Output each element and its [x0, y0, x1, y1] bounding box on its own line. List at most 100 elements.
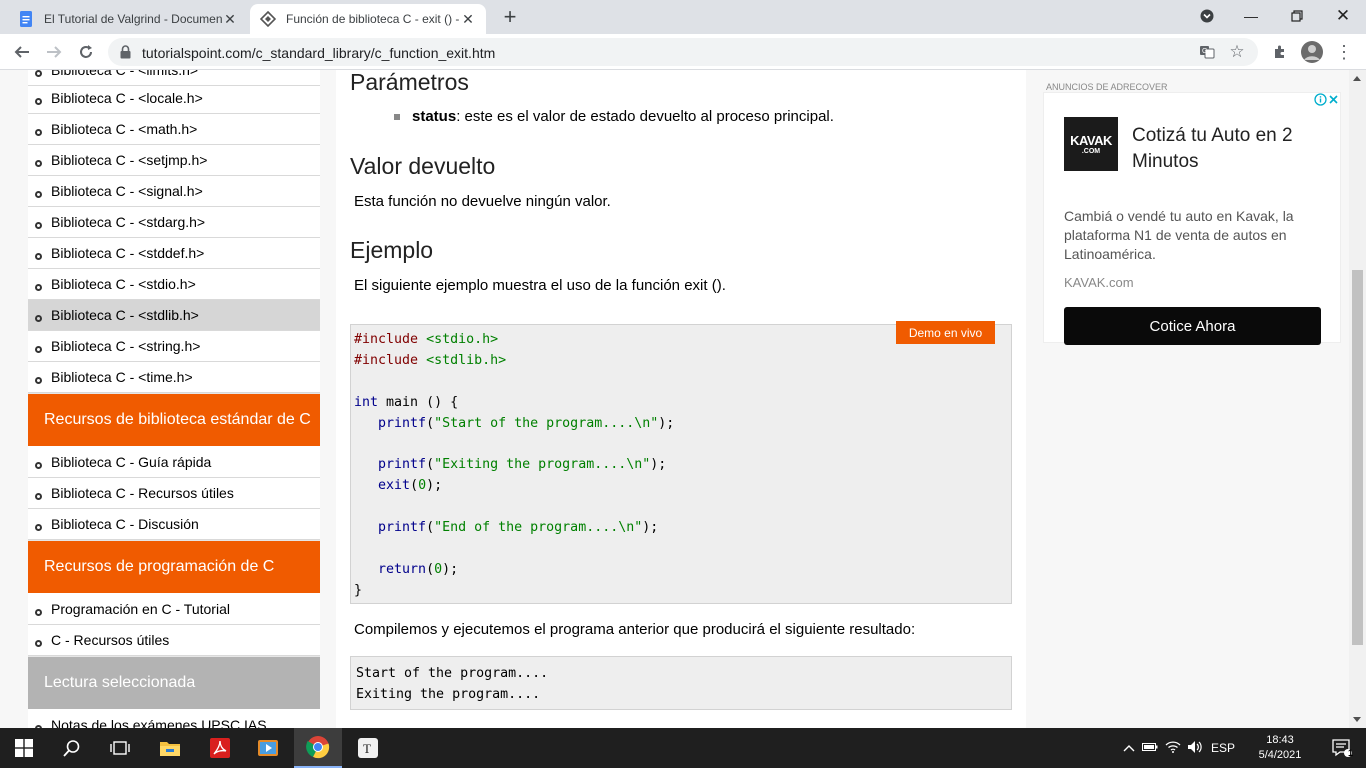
page-viewport: Biblioteca C - <limits.h> Biblioteca C -…	[0, 70, 1366, 728]
return-text: Esta función no devuelve ningún valor.	[354, 193, 611, 210]
sidebar-item-stdarg[interactable]: Biblioteca C - <stdarg.h>	[28, 207, 320, 238]
main-content: Parámetros status : este es el valor de …	[336, 70, 1026, 728]
page-scrollbar[interactable]	[1349, 70, 1366, 728]
sidebar-item-time[interactable]: Biblioteca C - <time.h>	[28, 362, 320, 393]
extensions-icon[interactable]	[1268, 40, 1292, 64]
ad-label: ANUNCIOS DE ADRECOVER	[1046, 82, 1168, 92]
profile-menu-icon[interactable]	[1184, 0, 1230, 32]
avatar[interactable]	[1300, 40, 1324, 64]
section-heading-programming: Recursos de programación de C	[28, 540, 320, 593]
section-heading-reading: Lectura seleccionada	[28, 656, 320, 709]
tab-valgrind[interactable]: El Tutorial de Valgrind - Documen ✕	[8, 4, 248, 34]
ad-cta-button[interactable]: Cotice Ahora	[1064, 307, 1321, 345]
tab-close-icon[interactable]: ✕	[460, 11, 476, 27]
windows-start-icon[interactable]	[0, 728, 48, 768]
forward-icon[interactable]	[42, 40, 66, 64]
param-list-item: status : este es el valor de estado devu…	[394, 108, 834, 125]
sidebar-item-stdlib[interactable]: Biblioteca C - <stdlib.h>	[28, 300, 320, 331]
address-bar[interactable]: tutorialspoint.com/c_standard_library/c_…	[108, 38, 1258, 66]
translate-icon[interactable]: G	[1198, 43, 1216, 61]
sidebar-item-string[interactable]: Biblioteca C - <string.h>	[28, 331, 320, 362]
sidebar-item-stddef[interactable]: Biblioteca C - <stddef.h>	[28, 238, 320, 269]
sidebar-item-stdio[interactable]: Biblioteca C - <stdio.h>	[28, 269, 320, 300]
scroll-up-icon[interactable]	[1353, 76, 1361, 81]
taskbar: T ESP 18:43 5/4/2021 1	[0, 728, 1366, 768]
sidebar-item-math[interactable]: Biblioteca C - <math.h>	[28, 114, 320, 145]
search-icon[interactable]	[48, 728, 96, 768]
bullet-icon	[35, 377, 42, 384]
tab-title: Función de biblioteca C - exit () -	[286, 12, 460, 26]
back-icon[interactable]	[10, 40, 34, 64]
sidebar: Biblioteca C - <limits.h> Biblioteca C -…	[28, 70, 320, 728]
tab-exit-function[interactable]: Función de biblioteca C - exit () - ✕	[250, 4, 486, 34]
typora-icon[interactable]: T	[344, 728, 392, 768]
chrome-taskbar-icon[interactable]	[294, 728, 342, 768]
bullet-icon	[35, 70, 42, 77]
restore-button[interactable]	[1274, 0, 1320, 32]
tab-strip: El Tutorial de Valgrind - Documen ✕ Func…	[0, 0, 1366, 34]
output-text: Start of the program.... Exiting the pro…	[356, 666, 549, 702]
url-text[interactable]: tutorialspoint.com/c_standard_library/c_…	[142, 45, 495, 61]
svg-text:G: G	[1202, 48, 1207, 55]
kavak-logo[interactable]: KAVAK .COM	[1064, 117, 1118, 171]
bullet-icon	[35, 609, 42, 616]
ad-choices[interactable]	[1314, 93, 1340, 107]
sidebar-item-discussion[interactable]: Biblioteca C - Discusión	[28, 509, 320, 540]
ad-url[interactable]: KAVAK.com	[1064, 275, 1134, 290]
ad-headline[interactable]: Cotizá tu Auto en 2 Minutos	[1132, 123, 1332, 175]
bullet-icon	[35, 222, 42, 229]
bullet-icon	[35, 160, 42, 167]
wifi-icon[interactable]	[1162, 740, 1184, 756]
param-description: : este es el valor de estado devuelto al…	[456, 108, 834, 125]
param-name: status	[412, 108, 457, 125]
sidebar-item-locale[interactable]: Biblioteca C - <locale.h>	[28, 83, 320, 114]
bullet-icon	[35, 346, 42, 353]
new-tab-button[interactable]: +	[498, 6, 522, 30]
sidebar-item-setjmp[interactable]: Biblioteca C - <setjmp.h>	[28, 145, 320, 176]
bookmark-star-icon[interactable]: ☆	[1228, 42, 1246, 61]
heading-parameters: Parámetros	[350, 70, 469, 95]
language-indicator[interactable]: ESP	[1206, 741, 1240, 755]
heading-example: Ejemplo	[350, 237, 434, 263]
scroll-down-icon[interactable]	[1353, 717, 1361, 722]
output-block: Start of the program.... Exiting the pro…	[350, 656, 1012, 710]
tab-close-icon[interactable]: ✕	[222, 11, 238, 27]
live-demo-button[interactable]: Demo en vivo	[896, 321, 995, 344]
ad-body: Cambiá o vendé tu auto en Kavak, la plat…	[1064, 208, 1294, 262]
adchoices-icon	[1314, 93, 1327, 106]
sidebar-item-upsc-notes[interactable]: Notas de los exámenes UPSC IAS	[28, 710, 320, 728]
chrome-menu-icon[interactable]: ⋮	[1332, 40, 1356, 64]
docs-icon	[18, 11, 34, 27]
media-player-icon[interactable]	[244, 728, 292, 768]
sidebar-item-quick-guide[interactable]: Biblioteca C - Guía rápida	[28, 447, 320, 478]
chevron-up-icon[interactable]	[1120, 741, 1138, 755]
code-block[interactable]: #include <stdio.h> #include <stdlib.h> i…	[350, 324, 1012, 604]
bullet-icon	[35, 493, 42, 500]
task-view-icon[interactable]	[96, 728, 144, 768]
code-text[interactable]: #include <stdio.h> #include <stdlib.h> i…	[354, 330, 674, 602]
clock[interactable]: 18:43 5/4/2021	[1252, 733, 1308, 763]
bullet-icon	[35, 524, 42, 531]
sidebar-item-useful-resources[interactable]: Biblioteca C - Recursos útiles	[28, 478, 320, 509]
close-window-button[interactable]: ✕	[1320, 0, 1366, 32]
bullet-icon	[35, 253, 42, 260]
compile-text: Compilemos y ejecutemos el programa ante…	[354, 621, 916, 638]
tab-title: El Tutorial de Valgrind - Documen	[44, 12, 222, 26]
volume-icon[interactable]	[1184, 740, 1206, 757]
sidebar-item-c-tutorial[interactable]: Programación en C - Tutorial	[28, 594, 320, 625]
notification-center-icon[interactable]: 1	[1318, 728, 1366, 768]
file-explorer-icon[interactable]	[146, 728, 194, 768]
notification-count: 1	[1348, 748, 1354, 758]
battery-icon[interactable]	[1138, 741, 1162, 755]
scroll-thumb[interactable]	[1352, 270, 1363, 645]
minimize-button[interactable]: —	[1228, 0, 1274, 32]
system-tray: ESP	[1120, 728, 1240, 768]
lock-icon[interactable]	[120, 45, 131, 64]
bullet-icon	[35, 462, 42, 469]
ad-card[interactable]: KAVAK .COM Cotizá tu Auto en 2 Minutos C…	[1043, 92, 1341, 345]
acrobat-icon[interactable]	[196, 728, 244, 768]
sidebar-item-signal[interactable]: Biblioteca C - <signal.h>	[28, 176, 320, 207]
reload-icon[interactable]	[74, 40, 98, 64]
ad-close-icon	[1327, 93, 1340, 106]
sidebar-item-c-resources[interactable]: C - Recursos útiles	[28, 625, 320, 656]
